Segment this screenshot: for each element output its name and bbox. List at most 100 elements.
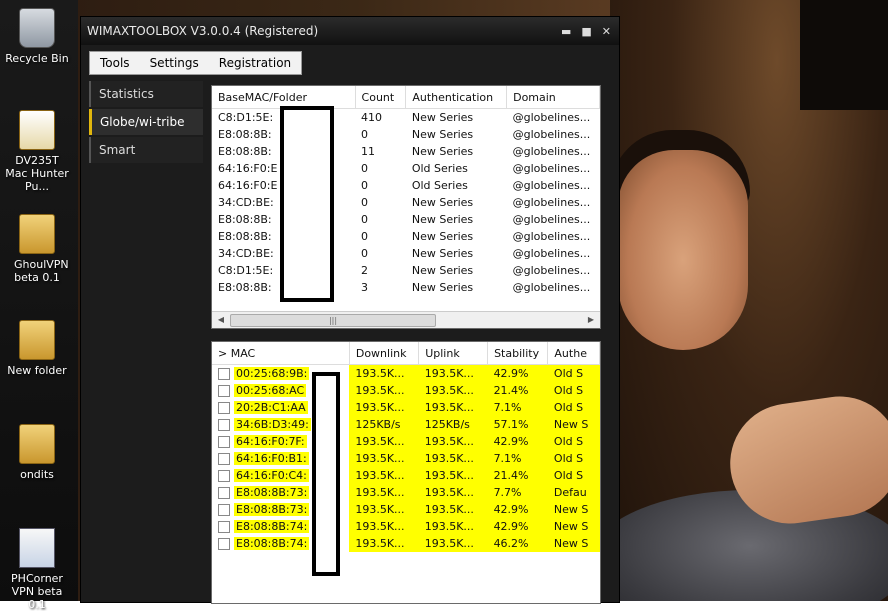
- table-cell: Old S: [547, 450, 600, 467]
- table-cell: 42.9%: [487, 518, 548, 535]
- column-header-authentication[interactable]: Authe: [547, 342, 600, 365]
- table-cell: 193.5K...: [349, 399, 419, 416]
- table-cell: 11: [361, 145, 376, 158]
- table-cell: 193.5K...: [418, 364, 488, 382]
- table-row[interactable]: E8:08:8B:73: 193.5K... 193.5K... 42.9% New S: [212, 501, 600, 518]
- table-row[interactable]: 64:16:F0:E 0 Old Series @globelines...: [212, 160, 600, 177]
- column-header-count[interactable]: Count: [355, 86, 407, 109]
- table-cell: Defau: [547, 484, 600, 501]
- table-row[interactable]: E8:08:8B: 3 New Series @globelines...: [212, 279, 600, 296]
- table-row[interactable]: E8:08:8B:73: 193.5K... 193.5K... 7.7% Defau: [212, 484, 600, 501]
- table-row[interactable]: 64:16:F0:7F: 193.5K... 193.5K... 42.9% Old S: [212, 433, 600, 450]
- table-cell: 42.9%: [487, 433, 548, 450]
- row-checkbox[interactable]: [218, 521, 230, 533]
- desktop-icon-ondits[interactable]: ondits: [0, 424, 74, 481]
- desktop-icon-area: [0, 0, 78, 601]
- table-cell: 2: [361, 264, 369, 277]
- table-cell: New S: [547, 416, 600, 433]
- table-cell: @globelines...: [512, 111, 591, 124]
- row-checkbox[interactable]: [218, 487, 230, 499]
- column-header-uplink[interactable]: Uplink: [418, 342, 489, 365]
- table-row[interactable]: 34:CD:BE: 0 New Series @globelines...: [212, 245, 600, 262]
- table-cell: New Series: [411, 264, 474, 277]
- sidebar-item-label: Smart: [99, 143, 136, 157]
- table-cell: 193.5K...: [349, 382, 419, 399]
- column-header-mac[interactable]: > MAC: [212, 342, 350, 365]
- table-row[interactable]: 64:16:F0:C4: 193.5K... 193.5K... 21.4% Old S: [212, 467, 600, 484]
- table-row[interactable]: 64:16:F0:B1: 193.5K... 193.5K... 7.1% Old S: [212, 450, 600, 467]
- table-cell: 193.5K...: [349, 433, 419, 450]
- row-checkbox[interactable]: [218, 538, 230, 550]
- horizontal-scrollbar[interactable]: ◀ ||| ▶: [212, 311, 600, 328]
- row-checkbox[interactable]: [218, 419, 230, 431]
- folder-icon: [19, 424, 55, 464]
- row-checkbox[interactable]: [218, 436, 230, 448]
- column-header-stability[interactable]: Stability: [487, 342, 549, 365]
- table-cell: 0: [361, 196, 369, 209]
- table-row[interactable]: E8:08:8B: 0 New Series @globelines...: [212, 211, 600, 228]
- table-row[interactable]: 00:25:68:9B: 193.5K... 193.5K... 42.9% Old S: [212, 364, 600, 382]
- row-checkbox[interactable]: [218, 368, 230, 380]
- scroll-right-icon[interactable]: ▶: [584, 314, 598, 326]
- table-row[interactable]: C8:D1:5E: 410 New Series @globelines...: [212, 109, 600, 127]
- maximize-icon[interactable]: ■: [581, 25, 591, 38]
- scroll-left-icon[interactable]: ◀: [214, 314, 228, 326]
- row-checkbox[interactable]: [218, 385, 230, 397]
- row-checkbox[interactable]: [218, 453, 230, 465]
- sidebar-item-globe-wi-tribe[interactable]: Globe/wi-tribe: [89, 109, 203, 135]
- table-row[interactable]: 34:CD:BE: 0 New Series @globelines...: [212, 194, 600, 211]
- table-cell: @globelines...: [512, 128, 591, 141]
- row-checkbox[interactable]: [218, 504, 230, 516]
- table-cell: 193.5K...: [418, 467, 488, 484]
- sidebar-item-statistics[interactable]: Statistics: [89, 81, 203, 107]
- table-cell: Old S: [547, 467, 600, 484]
- table-cell: 42.9%: [487, 364, 548, 382]
- table-cell: @globelines...: [512, 281, 591, 294]
- table-row[interactable]: 00:25:68:AC 193.5K... 193.5K... 21.4% Old S: [212, 382, 600, 399]
- table-cell: 57.1%: [487, 416, 548, 433]
- folder-icon: [19, 214, 55, 254]
- table-cell: 193.5K...: [418, 433, 488, 450]
- window-title: WIMAXTOOLBOX V3.0.0.4 (Registered): [87, 24, 319, 38]
- table-row[interactable]: C8:D1:5E: 2 New Series @globelines...: [212, 262, 600, 279]
- table-row[interactable]: 20:2B:C1:AA 193.5K... 193.5K... 7.1% Old S: [212, 399, 600, 416]
- table-cell: 0: [361, 247, 369, 260]
- table-cell: @globelines...: [512, 196, 591, 209]
- minimize-icon[interactable]: ▬: [561, 25, 571, 38]
- row-checkbox[interactable]: [218, 470, 230, 482]
- desktop-icon-dv235t[interactable]: DV235T Mac Hunter Pu...: [0, 110, 74, 193]
- column-header-domain[interactable]: Domain: [506, 86, 600, 109]
- desktop-icon-recycle-bin[interactable]: Recycle Bin: [0, 8, 74, 65]
- table-cell: 7.7%: [487, 484, 548, 501]
- column-header-authentication[interactable]: Authentication: [405, 86, 508, 109]
- menu-registration[interactable]: Registration: [209, 56, 301, 70]
- table-row[interactable]: E8:08:8B:74: 193.5K... 193.5K... 42.9% New S: [212, 518, 600, 535]
- desktop-icon-new-folder[interactable]: New folder: [0, 320, 74, 377]
- title-bar[interactable]: WIMAXTOOLBOX V3.0.0.4 (Registered) ▬ ■ ✕: [81, 17, 619, 45]
- scrollbar-thumb[interactable]: |||: [230, 314, 436, 327]
- table-row[interactable]: E8:08:8B:74: 193.5K... 193.5K... 46.2% New S: [212, 535, 600, 552]
- menu-tools[interactable]: Tools: [90, 56, 140, 70]
- table-cell: New S: [547, 518, 600, 535]
- close-icon[interactable]: ✕: [602, 25, 611, 38]
- table-cell: 0: [361, 213, 369, 226]
- table-row[interactable]: 34:6B:D3:49: 125KB/s 125KB/s 57.1% New S: [212, 416, 600, 433]
- table-cell: 193.5K...: [349, 535, 419, 552]
- document-icon: [19, 110, 55, 150]
- table-row[interactable]: 64:16:F0:E 0 Old Series @globelines...: [212, 177, 600, 194]
- column-header-downlink[interactable]: Downlink: [349, 342, 420, 365]
- sidebar-item-smart[interactable]: Smart: [89, 137, 203, 163]
- table-cell: 21.4%: [487, 382, 548, 399]
- mac-address: 20:2B:C1:AA: [234, 401, 308, 414]
- desktop-icon-phcorner[interactable]: PHCorner VPN beta 0.1: [0, 528, 74, 611]
- table-cell: @globelines...: [512, 179, 591, 192]
- desktop-icon-ghoulvpn[interactable]: GhoulVPN beta 0.1: [0, 214, 74, 284]
- wimax-toolbox-window: WIMAXTOOLBOX V3.0.0.4 (Registered) ▬ ■ ✕…: [80, 16, 620, 604]
- table-row[interactable]: E8:08:8B: 11 New Series @globelines...: [212, 143, 600, 160]
- mac-address: 64:16:F0:C4:: [234, 469, 309, 482]
- table-cell: 193.5K...: [349, 501, 419, 518]
- row-checkbox[interactable]: [218, 402, 230, 414]
- table-row[interactable]: E8:08:8B: 0 New Series @globelines...: [212, 126, 600, 143]
- table-row[interactable]: E8:08:8B: 0 New Series @globelines...: [212, 228, 600, 245]
- menu-settings[interactable]: Settings: [140, 56, 209, 70]
